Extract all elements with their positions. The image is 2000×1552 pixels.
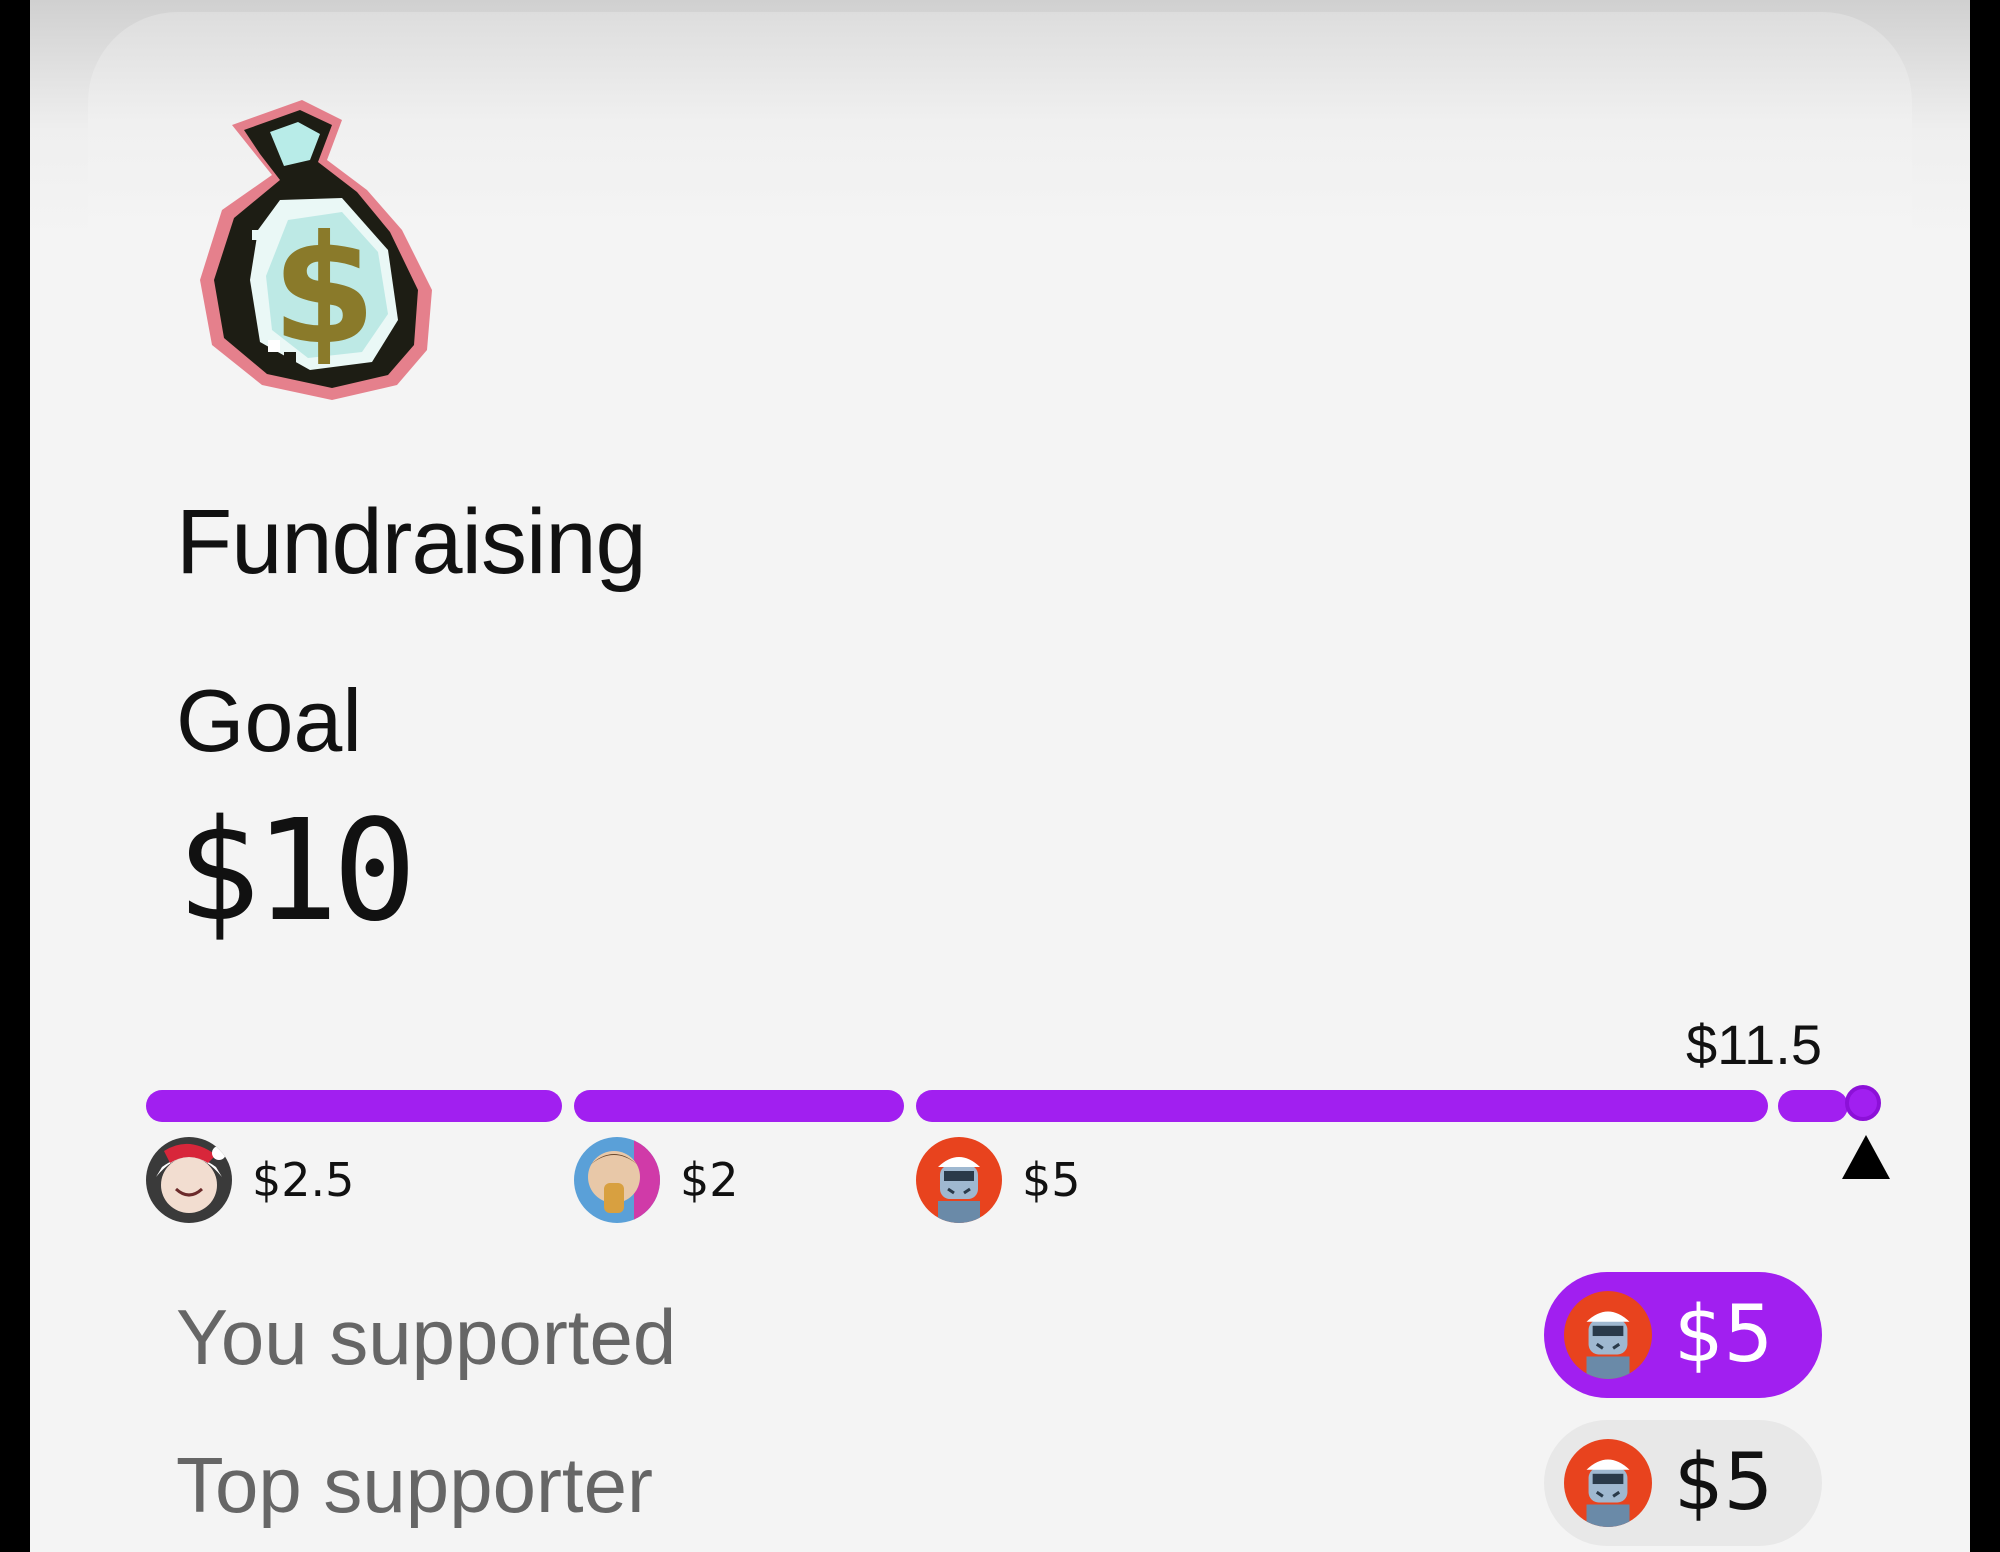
goal-marker-icon [1842,1135,1890,1179]
goal-label: Goal [176,671,362,770]
top-supporter-amount: $5 [1674,1438,1774,1528]
total-raised-label: $11.5 [1686,1013,1822,1076]
child-avatar-icon [574,1137,660,1223]
you-supported-label: You supported [176,1293,677,1381]
anime-avatar-icon [146,1137,232,1223]
contribution-item[interactable]: $5 [916,1135,1081,1225]
robot-avatar-icon [916,1137,1002,1223]
screen: $ Fundraising Goal $10 $11.5 $2.5 $2 $5 … [30,0,1970,1552]
you-supported-amount: $5 [1674,1290,1774,1380]
progress-segment [574,1090,904,1122]
contribution-amount: $2 [680,1153,739,1207]
goal-value: $10 [176,790,417,953]
robot-avatar-icon [1564,1439,1652,1527]
progress-segment [916,1090,1768,1122]
contribution-item[interactable]: $2.5 [146,1135,354,1225]
contribution-amount: $5 [1022,1153,1081,1207]
progress-segment [1778,1090,1848,1122]
robot-avatar-icon [1564,1291,1652,1379]
contribution-amount: $2.5 [252,1153,355,1207]
progress-segment [146,1090,562,1122]
progress-knob [1845,1085,1881,1121]
you-supported-badge[interactable]: $5 [1544,1272,1822,1398]
money-bag-icon: $ [200,100,432,400]
svg-text:$: $ [272,204,376,378]
top-supporter-badge[interactable]: $5 [1544,1420,1822,1546]
page-title: Fundraising [176,491,647,593]
contribution-item[interactable]: $2 [574,1135,739,1225]
top-supporter-label: Top supporter [176,1441,653,1529]
